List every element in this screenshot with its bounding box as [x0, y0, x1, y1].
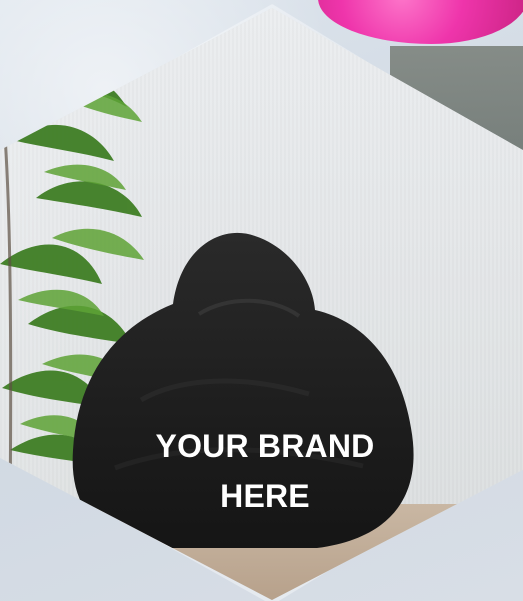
hexagon-frame-wrapper: YOUR BRAND HERE	[0, 0, 523, 601]
brand-text-line-2: HERE	[220, 478, 310, 514]
hexagon-photo-frame: YOUR BRAND HERE	[0, 8, 523, 600]
brand-card: YOUR BRAND HERE	[0, 0, 523, 601]
brand-text: YOUR BRAND HERE	[140, 421, 390, 521]
brand-text-line-1: YOUR BRAND	[155, 428, 375, 464]
